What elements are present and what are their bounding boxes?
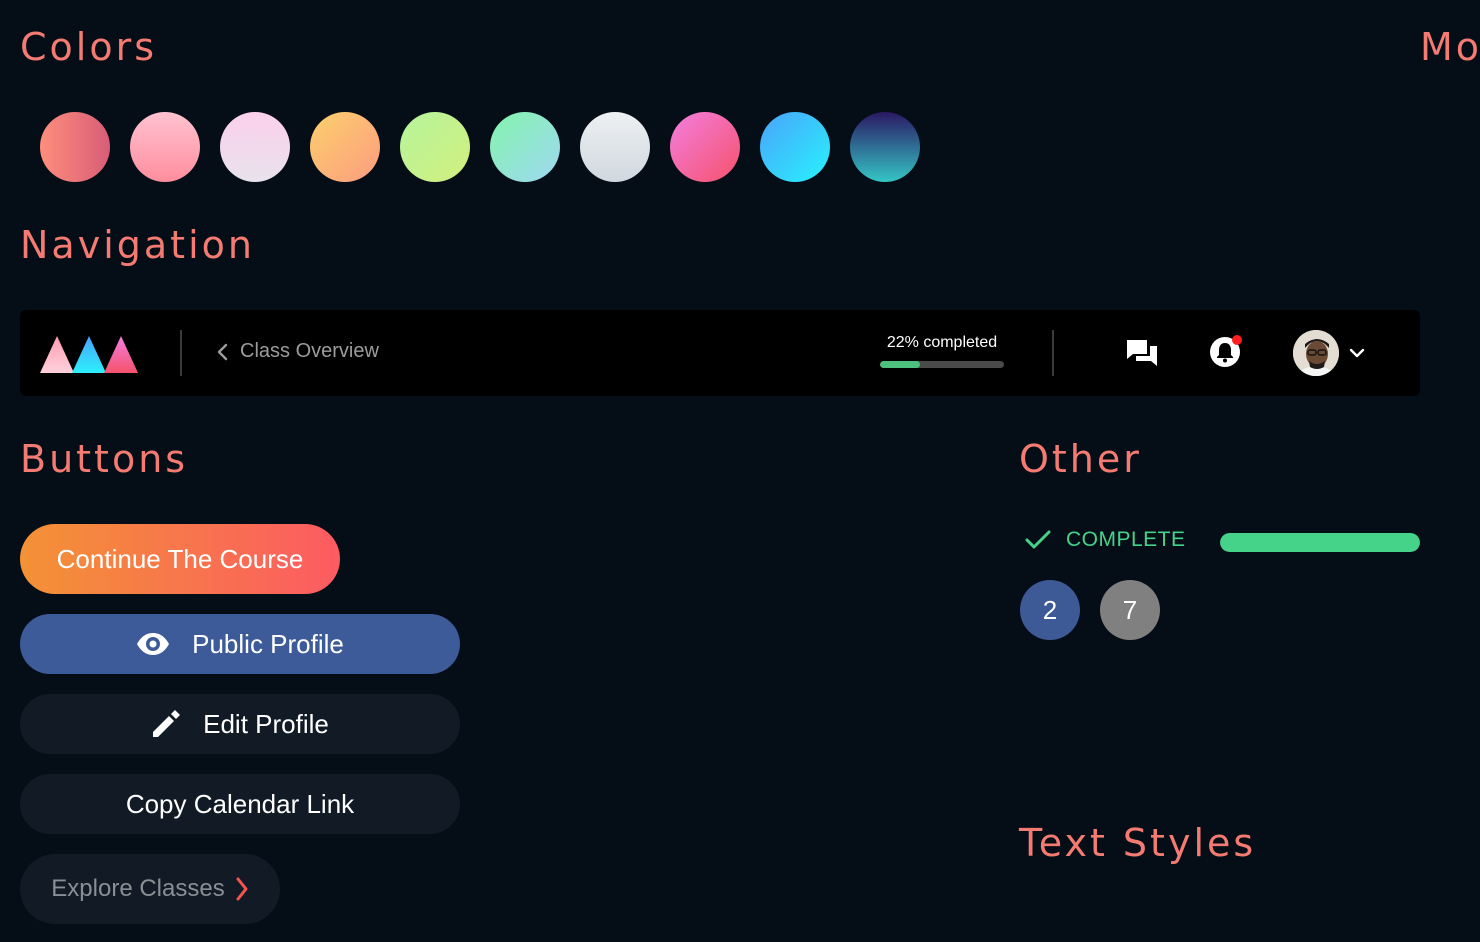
user-avatar[interactable] — [1293, 330, 1339, 376]
complete-status: COMPLETE — [1024, 528, 1186, 552]
back-link-label: Class Overview — [240, 340, 379, 362]
color-swatch — [400, 112, 470, 182]
top-navbar: Class Overview 22% completed — [20, 310, 1420, 396]
buttons-heading: Buttons — [20, 437, 189, 481]
color-swatch — [130, 112, 200, 182]
color-swatch — [310, 112, 380, 182]
color-swatch — [220, 112, 290, 182]
navigation-heading: Navigation — [20, 223, 255, 267]
avatar-image — [1293, 330, 1339, 376]
explore-classes-button[interactable]: Explore Classes — [20, 854, 280, 924]
back-link-class-overview[interactable]: Class Overview — [216, 340, 379, 363]
eye-icon — [137, 633, 170, 655]
chevron-down-icon — [1349, 348, 1365, 358]
number-badge[interactable]: 2 — [1020, 580, 1080, 640]
explore-classes-label: Explore Classes — [51, 875, 225, 902]
copy-calendar-link-label: Copy Calendar Link — [125, 788, 355, 819]
checkmark-icon — [1025, 530, 1051, 549]
chat-bubbles-icon[interactable] — [1126, 338, 1158, 368]
complete-progress-bar — [1220, 533, 1420, 552]
chevron-left-icon — [217, 343, 228, 360]
complete-label: COMPLETE — [1066, 528, 1186, 551]
nav-divider — [180, 330, 182, 376]
colors-heading: Colors — [20, 25, 158, 69]
edit-profile-button[interactable]: Edit Profile — [20, 694, 460, 754]
color-swatch — [760, 112, 830, 182]
color-swatch — [490, 112, 560, 182]
edit-profile-label: Edit Profile — [203, 708, 329, 739]
public-profile-button[interactable]: Public Profile — [20, 614, 460, 674]
pencil-icon — [153, 710, 181, 737]
bell-icon[interactable] — [1209, 334, 1243, 368]
text-styles-heading: Text Styles — [1019, 821, 1257, 865]
progress-track — [880, 361, 1004, 368]
color-swatch — [670, 112, 740, 182]
progress-fill — [880, 361, 920, 368]
complete-progress-fill — [1220, 533, 1420, 552]
continue-course-button[interactable]: Continue The Course — [20, 524, 340, 594]
public-profile-label: Public Profile — [192, 628, 344, 659]
number-badge[interactable]: 7 — [1100, 580, 1160, 640]
color-swatch — [850, 112, 920, 182]
nav-divider — [1052, 330, 1054, 376]
color-swatch — [40, 112, 110, 182]
course-progress: 22% completed — [880, 334, 1004, 368]
continue-course-label: Continue The Course — [56, 543, 304, 574]
color-swatch — [580, 112, 650, 182]
other-heading: Other — [1019, 437, 1142, 481]
more-heading: Mo — [1420, 25, 1480, 69]
chevron-right-icon — [236, 877, 248, 901]
triangles-logo-icon[interactable] — [40, 333, 140, 373]
color-swatches — [40, 112, 920, 182]
progress-label: 22% completed — [886, 334, 998, 351]
copy-calendar-link-button[interactable]: Copy Calendar Link — [20, 774, 460, 834]
